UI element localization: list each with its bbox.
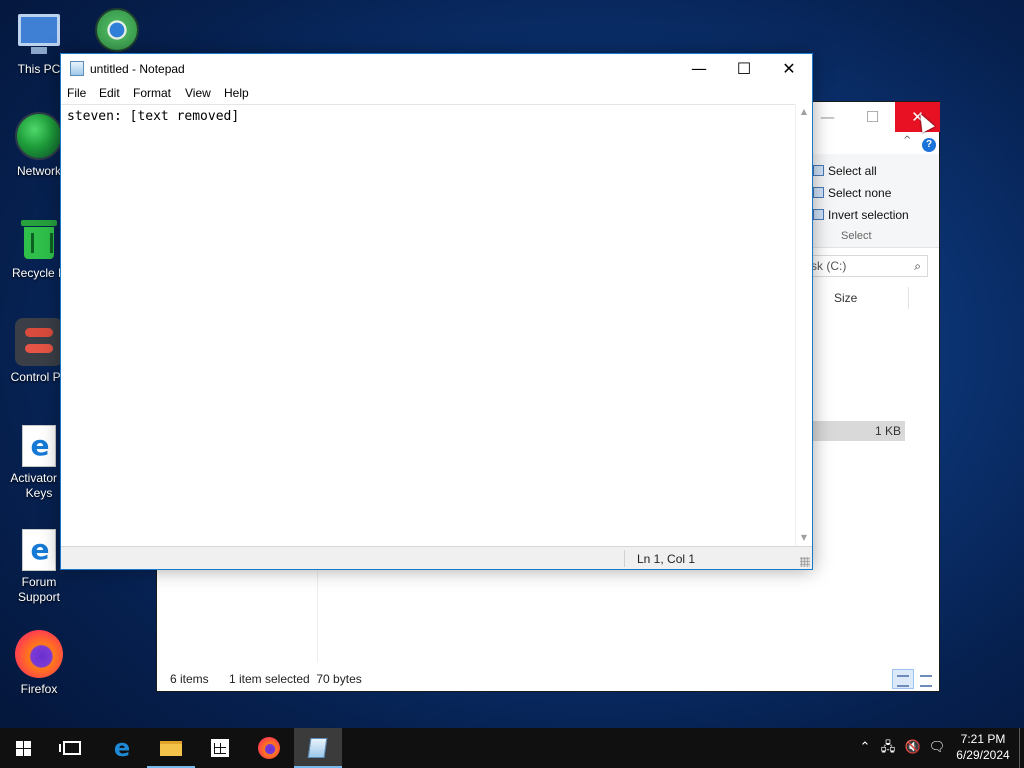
file-explorer-button[interactable] [147, 728, 195, 768]
network-icon [15, 112, 63, 160]
store-icon [211, 739, 229, 757]
firefox-icon [15, 630, 63, 678]
store-button[interactable] [196, 728, 244, 768]
menu-help[interactable]: Help [224, 86, 249, 100]
desktop-icon-browser[interactable] [79, 8, 155, 56]
desktop-icon-label: Firefox [20, 682, 58, 696]
edge-icon: e [113, 734, 131, 762]
vertical-scrollbar[interactable]: ▲ ▼ [795, 104, 812, 546]
system-clock[interactable]: 7:21 PM 6/29/2024 [950, 731, 1016, 763]
browser-globe-icon [95, 8, 139, 52]
cursor-position: Ln 1, Col 1 [637, 552, 696, 566]
folder-icon [160, 741, 182, 756]
edge-button[interactable]: e [98, 728, 146, 768]
task-view-icon [59, 741, 81, 755]
notepad-window: untitled - Notepad — ☐ ✕ File Edit Forma… [60, 53, 813, 570]
notepad-icon [307, 738, 328, 758]
windows-logo-icon [16, 741, 32, 756]
notepad-statusbar: Ln 1, Col 1 [61, 546, 812, 569]
desktop-icon-firefox[interactable]: Firefox [1, 630, 77, 697]
action-center-icon[interactable]: 🗨 [926, 728, 948, 768]
item-count: 6 items [170, 672, 209, 686]
firefox-icon [258, 737, 280, 759]
select-all-button[interactable]: Select all [813, 164, 877, 178]
window-title: untitled - Notepad [90, 62, 185, 76]
table-row-selected[interactable]: 1 KB [813, 421, 905, 441]
search-icon: ⌕ [914, 259, 921, 273]
volume-muted-icon[interactable]: 🔇 [902, 728, 924, 768]
invert-selection-icon [813, 209, 824, 220]
scroll-down-icon[interactable]: ▼ [796, 530, 812, 546]
document-shortcut-icon: e [22, 425, 56, 467]
menu-edit[interactable]: Edit [99, 86, 120, 100]
help-icon[interactable]: ? [922, 138, 936, 152]
text-editor-area[interactable]: steven: [text removed] [61, 104, 797, 546]
notepad-icon[interactable] [70, 61, 84, 76]
column-header-size[interactable]: Size [834, 291, 857, 305]
minimize-button[interactable]: — [676, 54, 722, 84]
ribbon-collapse-icon[interactable]: ^ [903, 135, 911, 146]
file-size-cell: 1 KB [874, 424, 901, 438]
ribbon-group-label: Select [841, 230, 872, 242]
taskbar: e ⌃ 🖧 🔇 🗨 7:21 PM 6/29/2024 [0, 728, 1024, 768]
firefox-button[interactable] [245, 728, 293, 768]
scroll-up-icon[interactable]: ▲ [796, 104, 812, 120]
recycle-bin-icon [15, 214, 63, 262]
notepad-button[interactable] [294, 728, 342, 768]
menu-file[interactable]: File [67, 86, 86, 100]
column-separator[interactable] [908, 287, 909, 309]
select-none-button[interactable]: Select none [813, 186, 891, 200]
menu-format[interactable]: Format [133, 86, 171, 100]
this-pc-icon [15, 10, 63, 58]
control-panel-icon [15, 318, 63, 366]
document-shortcut-icon: e [22, 529, 56, 571]
clock-date: 6/29/2024 [956, 748, 1010, 762]
desktop-icon-label: Forum Support [17, 575, 61, 604]
invert-selection-button[interactable]: Invert selection [813, 208, 909, 222]
selection-info: 1 item selected 70 bytes [229, 672, 362, 686]
status-separator [624, 550, 625, 567]
show-desktop-button[interactable] [1019, 728, 1020, 768]
large-icons-view-button[interactable] [915, 669, 937, 689]
show-hidden-icons-button[interactable]: ⌃ [856, 728, 874, 768]
notepad-titlebar[interactable]: untitled - Notepad — ☐ ✕ [61, 54, 812, 84]
menu-bar: File Edit Format View Help [61, 84, 812, 103]
search-input[interactable]: sk (C:) ⌕ [804, 255, 928, 277]
explorer-maximize-button[interactable]: ☐ [850, 102, 895, 132]
select-all-icon [813, 165, 824, 176]
network-status-icon[interactable]: 🖧 [878, 728, 898, 768]
select-none-icon [813, 187, 824, 198]
task-view-button[interactable] [48, 728, 96, 768]
close-button[interactable]: ✕ [766, 54, 812, 84]
maximize-button[interactable]: ☐ [721, 54, 767, 84]
start-button[interactable] [0, 728, 48, 768]
resize-grip[interactable] [800, 557, 810, 567]
explorer-statusbar: 6 items 1 item selected 70 bytes [157, 667, 939, 691]
menu-view[interactable]: View [185, 86, 211, 100]
clock-time: 7:21 PM [960, 732, 1006, 746]
details-view-button[interactable] [892, 669, 914, 689]
